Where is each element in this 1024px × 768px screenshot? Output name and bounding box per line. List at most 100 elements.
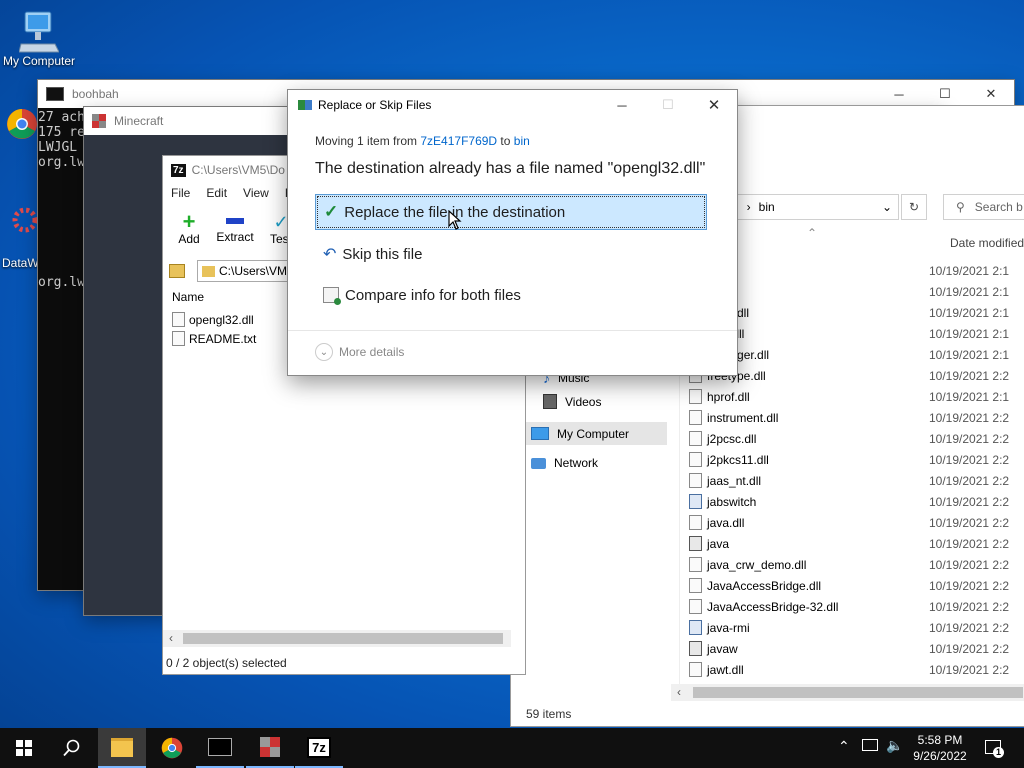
minimize-button[interactable]: ─ [876,80,922,108]
more-details-toggle[interactable]: ⌄ More details [315,343,404,361]
column-name[interactable]: Name [172,290,204,304]
search-button[interactable] [48,728,96,768]
table-row[interactable]: mem.dll10/19/2021 2:1 [689,302,1009,323]
file-name-cell: java_crw_demo.dll [689,557,929,572]
table-row[interactable]: jaas_nt.dll 10/19/2021 2:2 [689,470,1009,491]
up-folder-button[interactable] [167,260,187,282]
file-name: java-rmi [707,620,750,635]
clock[interactable]: 5:58 PM 9/26/2022 [908,732,972,764]
scroll-thumb[interactable] [183,633,503,644]
extract-button[interactable]: Extract [215,208,255,260]
desktop-icon-datawrapper[interactable] [10,205,40,238]
taskbar-minecraft[interactable] [246,728,294,768]
cursor-arrow-icon [448,209,462,230]
table-row[interactable]: javaw 10/19/2021 2:2 [689,638,1009,659]
table-row[interactable]: jabswitch 10/19/2021 2:2 [689,491,1009,512]
file-move-icon [298,100,312,110]
terminal-icon [208,738,232,756]
list-item[interactable]: README.txt [172,331,256,346]
replace-option[interactable]: ✓ Replace the file in the destination [315,194,707,230]
horizontal-scrollbar[interactable]: ‹ [671,684,1024,701]
file-name-cell: instrument.dll [689,410,929,425]
nav-item-videos[interactable]: Videos [543,394,601,409]
desktop-icon-my-computer[interactable]: My Computer [0,10,78,68]
minimize-button[interactable]: ─ [599,90,645,120]
taskbar-cmd[interactable] [196,728,244,768]
notifications-button[interactable]: 1 [980,736,1006,758]
volume-icon[interactable]: 🔈 [886,737,903,754]
maximize-button[interactable]: ☐ [922,80,968,108]
7zip-status: 0 / 2 object(s) selected [166,656,287,670]
dialog-message: The destination already has a file named… [315,160,706,177]
cmd-line: org.lw [38,275,85,290]
nav-item-my-computer[interactable]: › My Computer [511,422,667,445]
table-row[interactable]: java-rmi 10/19/2021 2:2 [689,617,1009,638]
file-date-cell: 10/19/2021 2:2 [929,578,1010,593]
table-row[interactable]: java_crw_demo.dll 10/19/2021 2:2 [689,554,1009,575]
close-button[interactable]: ✕ [691,90,737,120]
table-row[interactable]: hprof.dll 10/19/2021 2:1 [689,386,1009,407]
table-row[interactable]: t10/19/2021 2:1 [689,260,1009,281]
list-item[interactable]: opengl32.dll [172,312,254,327]
status-item-count: 59 items [526,707,572,721]
refresh-button[interactable]: ↻ [901,194,927,220]
dialog-titlebar[interactable]: Replace or Skip Files ─ ☐ ✕ [288,90,737,120]
source-link[interactable]: 7zE417F769D [420,134,497,148]
menu-edit[interactable]: Edit [206,186,227,200]
table-row[interactable]: java 10/19/2021 2:2 [689,533,1009,554]
compare-option[interactable]: Compare info for both files [315,277,707,313]
show-hidden-icons-button[interactable]: ⌃ [838,738,850,755]
taskbar-file-explorer[interactable] [98,728,146,768]
compare-files-icon [323,287,341,305]
table-row[interactable]: j2pkcs11.dll 10/19/2021 2:2 [689,449,1009,470]
breadcrumb-bin[interactable]: bin [759,200,775,214]
address-bar[interactable]: j › bin ⌄ [721,194,899,220]
taskbar-7zip[interactable]: 7z [295,728,343,768]
table-row[interactable]: cket.dll10/19/2021 2:1 [689,323,1009,344]
7zip-icon: 7z [307,736,331,758]
cmd-line [38,230,85,245]
table-row[interactable]: ll10/19/2021 2:1 [689,281,1009,302]
nav-item-network[interactable]: › Network [519,456,598,470]
menu-view[interactable]: View [243,186,269,200]
cmd-title: boohbah [72,87,119,101]
more-details-label: More details [339,345,405,359]
scroll-left-icon[interactable]: ‹ [677,685,681,699]
chevron-down-icon[interactable]: ⌄ [882,200,892,214]
close-button[interactable]: ✕ [968,80,1014,108]
7zip-horizontal-scrollbar[interactable]: ‹ [163,630,511,647]
table-row[interactable]: JavaAccessBridge.dll 10/19/2021 2:2 [689,575,1009,596]
file-date-cell: 10/19/2021 2:2 [929,473,1010,488]
notification-count: 1 [993,747,1004,758]
network-status-icon[interactable] [862,739,878,751]
table-row[interactable]: jawt.dll 10/19/2021 2:2 [689,659,1009,680]
start-button[interactable] [0,728,48,768]
file-name: JavaAccessBridge-32.dll [707,599,839,614]
taskbar-chrome[interactable] [148,728,196,768]
table-row[interactable]: j2pcsc.dll 10/19/2021 2:2 [689,428,1009,449]
table-row[interactable]: instrument.dll 10/19/2021 2:2 [689,407,1009,428]
table-row[interactable]: java.dll 10/19/2021 2:2 [689,512,1009,533]
table-row[interactable]: manager.dll 10/19/2021 2:1 [689,344,1009,365]
chrome-icon [7,109,37,139]
skip-option[interactable]: ↶ Skip this file [315,236,707,272]
chrome-icon [161,737,183,759]
table-row[interactable]: JavaAccessBridge-32.dll 10/19/2021 2:2 [689,596,1009,617]
file-date-cell: 10/19/2021 2:2 [929,620,1010,635]
replace-skip-dialog[interactable]: Replace or Skip Files ─ ☐ ✕ Moving 1 ite… [288,90,737,375]
scroll-left-icon[interactable]: ‹ [169,631,173,645]
file-name-cell: jaas_nt.dll [689,473,929,488]
dest-link[interactable]: bin [514,134,530,148]
minus-icon [226,218,244,224]
search-icon: ⚲ [956,200,965,214]
file-name: README.txt [189,331,257,346]
scroll-thumb[interactable] [693,687,1023,698]
column-date-modified[interactable]: Date modified [950,236,1024,250]
network-icon [531,457,546,469]
add-button[interactable]: + Add [169,208,209,260]
file-name: jaas_nt.dll [707,473,762,488]
file-name: opengl32.dll [189,312,254,327]
menu-file[interactable]: File [171,186,190,200]
search-box[interactable]: ⚲ Search b [943,194,1024,220]
table-row[interactable]: freetype.dll 10/19/2021 2:2 [689,365,1009,386]
